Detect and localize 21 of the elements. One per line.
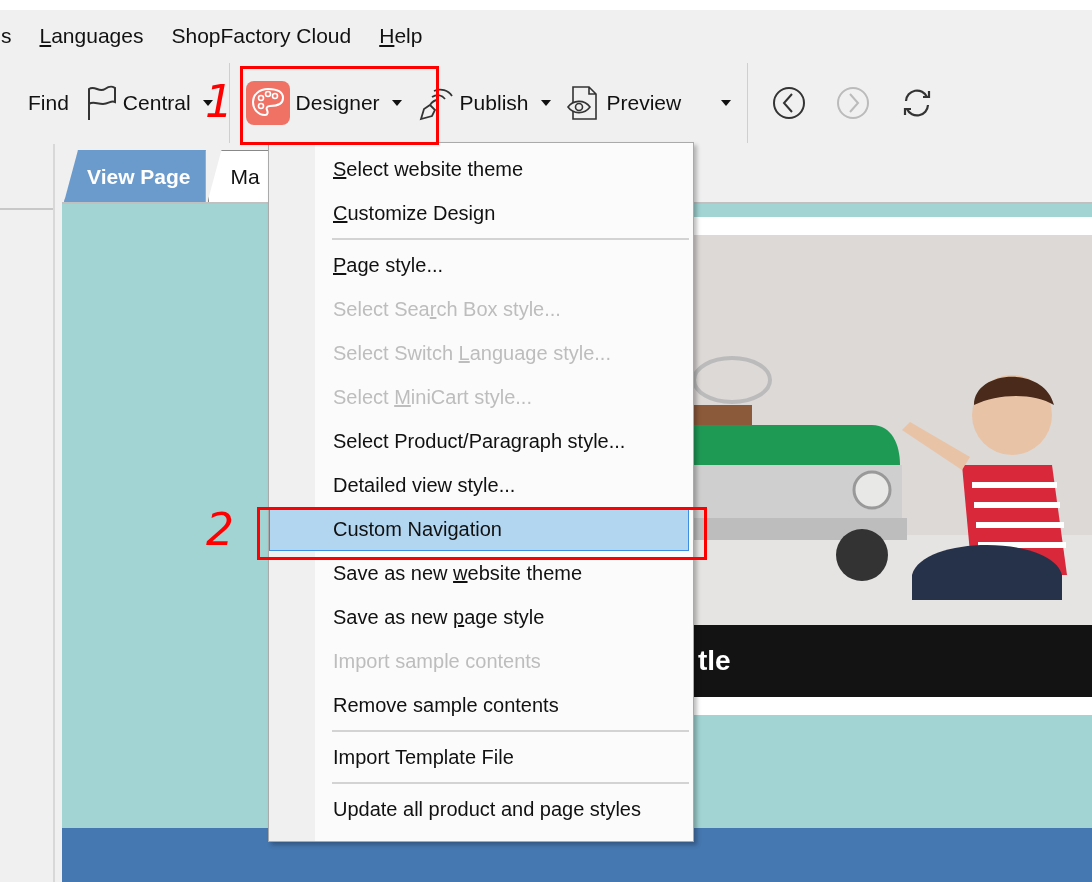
menu-bar-item[interactable]: s [1, 24, 12, 48]
menu-item[interactable]: Select Product/Paragraph style... [269, 419, 693, 463]
toolbar-button[interactable]: Preview [560, 81, 738, 125]
menu-bar-item[interactable]: ShopFactory Cloud [171, 24, 352, 48]
step-number: 1 [205, 80, 233, 124]
step-number: 2 [206, 508, 234, 552]
toolbar-button[interactable]: Publish [411, 81, 557, 125]
menu-item[interactable]: Update all product and page styles [269, 787, 693, 831]
menu-item[interactable]: Detailed view style... [269, 463, 693, 507]
menu-item[interactable]: Page style... [269, 243, 693, 287]
menu-bar-item[interactable]: Languages [39, 24, 144, 48]
menu-item[interactable]: Import Template File [269, 735, 693, 779]
menu-item[interactable]: Save as new page style [269, 595, 693, 639]
menu-bar-item[interactable]: Help [379, 24, 423, 48]
banner-title: tle [698, 645, 731, 677]
menu-item[interactable]: Save as new website theme [269, 551, 693, 595]
menu-item[interactable]: Remove sample contents [269, 683, 693, 727]
menu-item[interactable]: Custom Navigation [269, 507, 689, 551]
toolbar-button[interactable]: Find [22, 87, 75, 119]
toolbar-button[interactable]: Designer [239, 77, 408, 129]
palette-icon [245, 81, 290, 125]
